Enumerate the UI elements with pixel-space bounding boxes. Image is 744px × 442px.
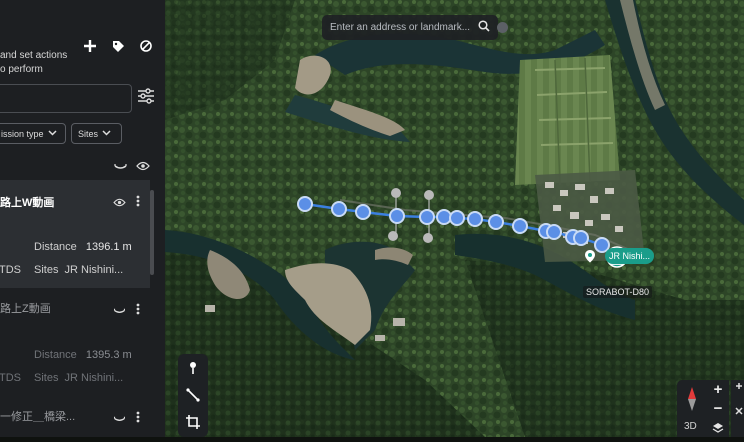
more-vertical-icon[interactable]: [136, 194, 140, 212]
sites-row-label: Sites: [34, 264, 59, 276]
mission-title: 路上W動画: [0, 197, 55, 209]
hint-line-2: o perform: [0, 64, 43, 75]
list-header-actions: [114, 158, 150, 176]
fullscreen-icon[interactable]: [731, 380, 744, 437]
address-search-bar[interactable]: [322, 15, 498, 40]
collapse-icon[interactable]: [113, 302, 126, 320]
mission-list-item[interactable]: 路上Z動画 Distance 1395.3 m TDS Sites JR Nis…: [0, 288, 150, 396]
distance-label: Distance: [34, 241, 77, 253]
sites-row-value: JR Nishini...: [64, 264, 124, 276]
line-tool-icon[interactable]: [178, 381, 208, 408]
panel-hint: and set actions o perform: [0, 49, 74, 77]
pin-tool-icon[interactable]: [178, 354, 208, 381]
sites-row-label: Sites: [34, 372, 59, 384]
chevron-down-icon: [102, 129, 111, 138]
drone-code: TDS: [0, 264, 21, 276]
eye-icon[interactable]: [136, 158, 150, 176]
collapse-all-icon[interactable]: [114, 158, 127, 176]
satellite-map[interactable]: [165, 0, 744, 437]
mission-type-label: ission type: [1, 128, 44, 139]
distance-label: Distance: [34, 349, 77, 361]
prohibited-icon[interactable]: [136, 38, 156, 54]
distance-row: Distance 1395.3 m: [34, 349, 132, 361]
collapse-icon[interactable]: [113, 410, 126, 428]
distance-row: Distance 1396.1 m: [34, 241, 132, 253]
mission-type-select[interactable]: ission type: [0, 123, 66, 144]
plus-icon[interactable]: [80, 38, 100, 54]
zoom-in-button[interactable]: +: [707, 380, 729, 399]
site-label[interactable]: JR Nishi...: [605, 248, 655, 264]
mission-item-actions: [113, 410, 140, 428]
address-search-input[interactable]: [330, 22, 470, 33]
eye-icon[interactable]: [113, 194, 126, 212]
mission-item-actions: [113, 302, 140, 320]
zoom-out-button[interactable]: −: [707, 399, 729, 418]
distance-value: 1396.1 m: [85, 241, 132, 253]
view-controls: 3D: [677, 380, 707, 437]
panel-scrollbar[interactable]: [150, 190, 154, 275]
mission-list-item[interactable]: 一修正＿橋梁...: [0, 396, 150, 437]
sites-row: Sites JR Nishini...: [34, 264, 123, 276]
sites-select[interactable]: Sites: [71, 123, 122, 144]
map-side-controls: [731, 380, 744, 437]
zoom-controls: + −: [707, 380, 729, 437]
drone-code: TDS: [0, 372, 21, 384]
search-toggle[interactable]: [497, 22, 508, 33]
mission-search-input[interactable]: [0, 84, 132, 113]
hint-line-1: and set actions: [0, 50, 68, 61]
sites-row-value: JR Nishini...: [64, 372, 124, 384]
search-icon[interactable]: [478, 19, 490, 37]
mission-title: 一修正＿橋梁...: [0, 411, 76, 423]
more-vertical-icon[interactable]: [136, 302, 140, 320]
flight-route[interactable]: [165, 0, 744, 437]
more-vertical-icon[interactable]: [136, 410, 140, 428]
location-pin-icon[interactable]: [583, 249, 597, 263]
mission-item-actions: [113, 194, 140, 212]
panel-toolbar: [80, 38, 156, 54]
tag-icon[interactable]: [108, 38, 128, 54]
compass-icon[interactable]: [685, 386, 699, 417]
layers-icon[interactable]: [707, 418, 729, 437]
drone-label: SORABOT-D80: [583, 286, 653, 298]
chevron-down-icon: [48, 129, 57, 138]
waypoints[interactable]: [297, 196, 610, 253]
mission-list-item[interactable]: 路上W動画 Distance 1396.1 m TDS Sites JR Nis…: [0, 180, 150, 288]
crop-tool-icon[interactable]: [178, 408, 208, 435]
sites-row: Sites JR Nishini...: [34, 372, 123, 384]
view-3d-toggle[interactable]: 3D: [684, 421, 697, 432]
sites-label: Sites: [78, 128, 99, 139]
mission-panel: and set actions o perform ission type Si…: [0, 0, 167, 437]
mission-title: 路上Z動画: [0, 303, 51, 315]
sliders-icon[interactable]: [137, 87, 155, 105]
distance-value: 1395.3 m: [85, 349, 132, 361]
drawing-toolbar: [178, 354, 208, 437]
